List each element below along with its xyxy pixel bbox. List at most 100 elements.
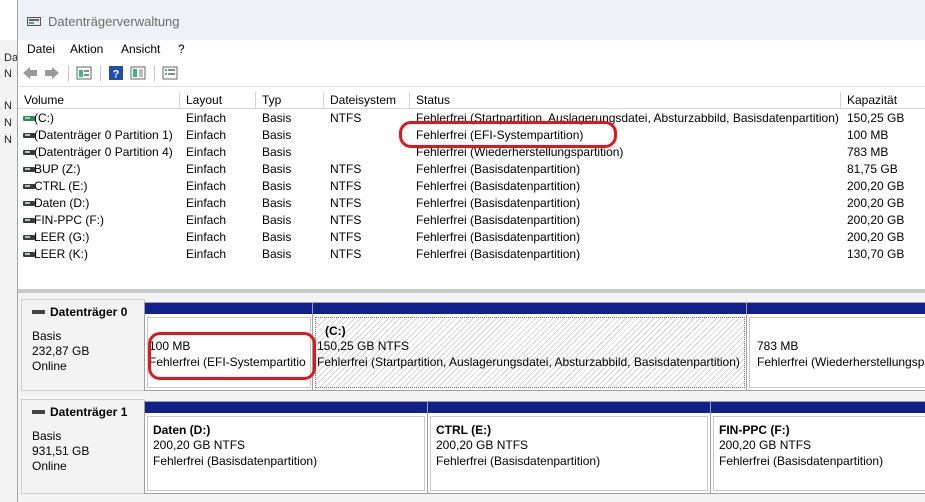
volume-cell-status: Fehlerfrei (Basisdatenpartition) bbox=[416, 162, 581, 176]
partition-status: Fehlerfrei (Basisdatenpartition) bbox=[153, 454, 318, 468]
column-header-status[interactable]: Status bbox=[410, 92, 841, 109]
column-header-typ[interactable]: Typ bbox=[256, 92, 324, 109]
menu-ansicht[interactable]: Ansicht bbox=[121, 42, 160, 56]
volume-cell-volume: LEER (K:) bbox=[34, 247, 89, 261]
volume-cell-volume: BUP (Z:) bbox=[34, 162, 81, 176]
volume-cell-typ: Basis bbox=[262, 145, 292, 159]
volume-cell-layout: Einfach bbox=[186, 196, 227, 210]
column-header-volume[interactable]: Volume bbox=[18, 92, 180, 109]
volume-cell-fs: NTFS bbox=[330, 247, 362, 261]
volume-cell-layout: Einfach bbox=[186, 162, 227, 176]
volume-cell-layout: Einfach bbox=[186, 111, 227, 125]
volume-cell-status: Fehlerfrei (EFI-Systempartition) bbox=[416, 128, 584, 142]
disk-0-size: 232,87 GB bbox=[32, 344, 90, 358]
partition-size: 200,20 GB NTFS bbox=[719, 438, 812, 452]
volume-cell-cap: 150,25 GB bbox=[847, 111, 905, 125]
volume-cell-status: Fehlerfrei (Startpartition, Auslagerungs… bbox=[416, 111, 839, 125]
menu-bar: Datei Aktion Ansicht ? bbox=[18, 40, 925, 60]
properties-icon[interactable] bbox=[76, 65, 92, 81]
volume-row[interactable]: (Datenträger 0 Partition 1) Einfach Basis F… bbox=[18, 127, 925, 144]
partition-label: FIN-PPC (F:) bbox=[719, 423, 790, 437]
volume-cell-status: Fehlerfrei (Basisdatenpartition) bbox=[416, 230, 581, 244]
partition-label: Daten (D:) bbox=[153, 423, 211, 437]
partition-size: 150,25 GB NTFS bbox=[317, 339, 410, 353]
volume-cell-volume: (C:) bbox=[34, 111, 54, 125]
volume-row[interactable]: BUP (Z:) Einfach Basis NTFS Fehlerfrei (Basi… bbox=[18, 161, 925, 178]
svg-text:?: ? bbox=[113, 69, 120, 81]
volume-cell-layout: Einfach bbox=[186, 213, 227, 227]
partition-status: Fehlerfrei (EFI-Systempartitio bbox=[149, 355, 306, 369]
partition-fin-ppc[interactable]: FIN-PPC (F:) 200,20 GB NTFS Fehlerfrei (… bbox=[710, 401, 925, 494]
volume-cell-fs: NTFS bbox=[330, 162, 362, 176]
disk-icon bbox=[32, 310, 45, 314]
volume-row[interactable]: Daten (D:) Einfach Basis NTFS Fehlerfrei (Ba… bbox=[18, 195, 925, 212]
volume-cell-typ: Basis bbox=[262, 111, 292, 125]
disk-1-size: 931,51 GB bbox=[32, 444, 90, 458]
volume-cell-status: Fehlerfrei (Basisdatenpartition) bbox=[416, 179, 581, 193]
volume-cell-typ: Basis bbox=[262, 247, 292, 261]
volume-cell-cap: 200,20 GB bbox=[847, 230, 905, 244]
disk-1-name: Datenträger 1 bbox=[50, 405, 128, 419]
partition-label: CTRL (E:) bbox=[436, 423, 492, 437]
column-header-layout[interactable]: Layout bbox=[180, 92, 256, 109]
disk-1-panel[interactable]: Datenträger 1 Basis 931,51 GB Online bbox=[21, 399, 145, 494]
volume-cell-cap: 200,20 GB bbox=[847, 213, 905, 227]
view-icon[interactable] bbox=[130, 65, 146, 81]
volume-cell-typ: Basis bbox=[262, 196, 292, 210]
disk-0-state: Online bbox=[32, 359, 67, 373]
volume-cell-fs bbox=[330, 144, 410, 161]
volume-row[interactable]: CTRL (E:) Einfach Basis NTFS Fehlerfrei (Bas… bbox=[18, 178, 925, 195]
bg-text: N bbox=[4, 117, 12, 129]
bg-text: N bbox=[4, 68, 12, 80]
volume-cell-volume: FIN-PPC (F:) bbox=[34, 213, 104, 227]
volume-cell-typ: Basis bbox=[262, 230, 292, 244]
volume-cell-status: Fehlerfrei (Basisdatenpartition) bbox=[416, 196, 581, 210]
volume-row[interactable]: LEER (G:) Einfach Basis NTFS Fehlerfrei (Bas… bbox=[18, 229, 925, 246]
volume-row[interactable]: (Datenträger 0 Partition 4) Einfach Basis F… bbox=[18, 144, 925, 161]
volume-cell-status: Fehlerfrei (Basisdatenpartition) bbox=[416, 247, 581, 261]
partition-efi[interactable]: 100 MB Fehlerfrei (EFI-Systempartitio bbox=[144, 302, 314, 391]
volume-cell-layout: Einfach bbox=[186, 145, 227, 159]
forward-arrow-icon[interactable] bbox=[44, 65, 60, 81]
disk-0-name: Datenträger 0 bbox=[50, 305, 128, 319]
volume-cell-volume: (Datenträger 0 Partition 4) bbox=[34, 145, 173, 159]
partition-ctrl[interactable]: CTRL (E:) 200,20 GB NTFS Fehlerfrei (Bas… bbox=[427, 401, 711, 494]
column-header-kapazitaet[interactable]: Kapazität bbox=[841, 92, 925, 109]
volume-cell-volume: (Datenträger 0 Partition 1) bbox=[34, 128, 173, 142]
partition-label: (C:) bbox=[325, 324, 346, 338]
window-title: Datenträgerverwaltung bbox=[48, 14, 180, 29]
disk-0-type: Basis bbox=[32, 329, 62, 343]
partition-size: 200,20 GB NTFS bbox=[153, 438, 246, 452]
volume-cell-fs: NTFS bbox=[330, 213, 362, 227]
column-header-dateisystem[interactable]: Dateisystem bbox=[324, 92, 410, 109]
partition-daten[interactable]: Daten (D:) 200,20 GB NTFS Fehlerfrei (Ba… bbox=[144, 401, 428, 494]
volume-cell-layout: Einfach bbox=[186, 128, 227, 142]
partition-status: Fehlerfrei (Basisdatenpartition) bbox=[719, 454, 884, 468]
volume-row[interactable]: FIN-PPC (F:) Einfach Basis NTFS Fehlerfrei (… bbox=[18, 212, 925, 229]
disk-1-type: Basis bbox=[32, 429, 62, 443]
volume-cell-layout: Einfach bbox=[186, 230, 227, 244]
disk-0-panel[interactable]: Datenträger 0 Basis 232,87 GB Online bbox=[21, 299, 145, 391]
help-icon[interactable]: ? bbox=[108, 65, 124, 81]
menu-aktion[interactable]: Aktion bbox=[70, 42, 103, 56]
partition-size: 783 MB bbox=[757, 339, 799, 353]
volume-cell-volume: CTRL (E:) bbox=[34, 179, 88, 193]
disk-graphical-view: Datenträger 0 Basis 232,87 GB Online 100… bbox=[18, 293, 925, 502]
volume-cell-typ: Basis bbox=[262, 162, 292, 176]
partition-status: Fehlerfrei (Wiederherstellungspa bbox=[757, 355, 925, 369]
volume-row[interactable]: (C:) Einfach Basis NTFS Fehlerfrei (Startpar… bbox=[18, 110, 925, 127]
volume-cell-volume: Daten (D:) bbox=[34, 196, 90, 210]
menu-datei[interactable]: Datei bbox=[27, 42, 55, 56]
back-arrow-icon[interactable] bbox=[22, 65, 38, 81]
background-window: Da N N N N bbox=[0, 40, 18, 502]
title-bar[interactable]: Datenträgerverwaltung bbox=[18, 0, 925, 40]
volume-row[interactable]: LEER (K:) Einfach Basis NTFS Fehlerfrei (Bas… bbox=[18, 246, 925, 263]
volume-list: Volume Layout Typ Dateisystem Status Kap… bbox=[18, 92, 925, 288]
partition-c[interactable]: (C:) 150,25 GB NTFS Fehlerfrei (Startpar… bbox=[312, 302, 748, 391]
partition-recovery[interactable]: 783 MB Fehlerfrei (Wiederherstellungspa bbox=[746, 302, 925, 391]
partition-status: Fehlerfrei (Basisdatenpartition) bbox=[436, 454, 601, 468]
volume-cell-cap: 783 MB bbox=[847, 145, 889, 159]
menu-help[interactable]: ? bbox=[178, 42, 185, 56]
list-icon[interactable] bbox=[162, 65, 178, 81]
partition-size: 100 MB bbox=[149, 339, 191, 353]
